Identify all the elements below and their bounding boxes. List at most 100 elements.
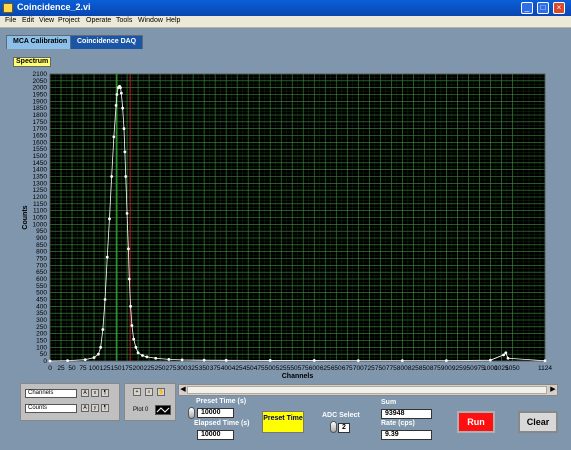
menu-file[interactable]: File bbox=[5, 17, 16, 24]
spectrum-data-point bbox=[506, 356, 510, 360]
run-button[interactable]: Run bbox=[457, 411, 495, 433]
y-tick-label: 100 bbox=[36, 344, 47, 351]
tab-coincidence-daq[interactable]: Coincidence DAQ bbox=[70, 35, 144, 49]
spectrum-data-point bbox=[132, 337, 136, 341]
graph-scrollbar[interactable]: ◀ ▶ bbox=[178, 384, 558, 396]
preset-time-field[interactable]: 10000 bbox=[197, 408, 234, 418]
y-format-icon[interactable]: y bbox=[91, 404, 99, 412]
x-tick-label: 700 bbox=[353, 365, 364, 372]
pan-tool-icon[interactable]: ✋ bbox=[157, 388, 165, 396]
plot-style-swatch-icon[interactable] bbox=[155, 405, 171, 415]
crosshair-tool-icon[interactable]: + bbox=[133, 388, 141, 396]
y-tick-label: 450 bbox=[36, 297, 47, 304]
y-tick-label: 250 bbox=[36, 324, 47, 331]
scroll-thumb[interactable] bbox=[187, 386, 547, 394]
spectrum-data-point bbox=[122, 127, 126, 131]
menu-project[interactable]: Project bbox=[58, 17, 80, 24]
maximize-button[interactable]: □ bbox=[537, 2, 549, 14]
y-tick-label: 1350 bbox=[33, 174, 48, 181]
labview-app-icon bbox=[3, 3, 13, 13]
minimize-button[interactable]: _ bbox=[521, 2, 533, 14]
x-tick-label: 550 bbox=[287, 365, 298, 372]
spectrum-data-point bbox=[129, 304, 132, 308]
menu-tools[interactable]: Tools bbox=[116, 17, 132, 24]
sum-label: Sum bbox=[381, 399, 397, 406]
preset-time-increment-knob[interactable] bbox=[188, 407, 195, 419]
spectrum-data-point bbox=[108, 217, 111, 221]
y-tick-label: 1450 bbox=[33, 160, 48, 167]
title-bar: Coincidence_2.vi _ □ × bbox=[0, 0, 571, 16]
x-tick-label: 1050 bbox=[505, 365, 520, 372]
plot-legend-label: Plot 0 bbox=[133, 407, 149, 413]
x-tick-label: 500 bbox=[265, 365, 276, 372]
window-title: Coincidence_2.vi bbox=[17, 2, 91, 12]
spectrum-graph[interactable]: 0 25 50 75 100 125 150 175 200 225 250 275 300 325 350… bbox=[13, 67, 558, 379]
y-tick-label: 1850 bbox=[33, 105, 48, 112]
x-tick-label: 600 bbox=[309, 365, 320, 372]
tab-mca-calibration[interactable]: MCA Calibration bbox=[6, 35, 75, 49]
x-axis-name-field[interactable]: Channels bbox=[25, 389, 77, 398]
y-axis-name-field[interactable]: Counts bbox=[25, 404, 77, 413]
menu-view[interactable]: View bbox=[39, 17, 54, 24]
y-tick-label: 650 bbox=[36, 269, 47, 276]
spectrum-data-point bbox=[400, 359, 404, 362]
spectrum-data-point bbox=[268, 359, 272, 362]
spectrum-data-point bbox=[312, 359, 316, 362]
scroll-right-arrow-icon[interactable]: ▶ bbox=[549, 385, 557, 395]
menu-bar: File Edit View Project Operate Tools Win… bbox=[0, 16, 571, 28]
x-tick-label: 325 bbox=[188, 365, 199, 372]
y-tick-label: 900 bbox=[36, 235, 47, 242]
adc-select-field[interactable]: 2 bbox=[338, 423, 350, 433]
spectrum-data-point bbox=[92, 356, 96, 359]
x-tick-label: 675 bbox=[342, 365, 353, 372]
y-tick-label: 950 bbox=[36, 228, 47, 235]
x-tick-label: 275 bbox=[166, 365, 177, 372]
menu-operate[interactable]: Operate bbox=[86, 17, 111, 24]
clear-button[interactable]: Clear bbox=[518, 411, 558, 433]
menu-help[interactable]: Help bbox=[166, 17, 180, 24]
y-tick-label: 400 bbox=[36, 303, 47, 310]
adc-select-increment-knob[interactable] bbox=[330, 421, 337, 433]
y-lock-icon[interactable]: ¶ bbox=[101, 404, 109, 412]
x-tick-label: 950 bbox=[463, 365, 474, 372]
y-tick-label: 300 bbox=[36, 317, 47, 324]
y-tick-label: 200 bbox=[36, 331, 47, 338]
spectrum-data-point bbox=[97, 352, 100, 356]
menu-edit[interactable]: Edit bbox=[22, 17, 34, 24]
y-tick-label: 750 bbox=[36, 256, 47, 263]
x-tick-label: 800 bbox=[397, 365, 408, 372]
y-tick-label: 500 bbox=[36, 290, 47, 297]
y-autoscale-icon[interactable]: A bbox=[81, 404, 89, 412]
y-axis-title: Counts bbox=[22, 205, 29, 229]
spectrum-data-point bbox=[125, 212, 129, 215]
spectrum-data-point bbox=[134, 345, 138, 349]
spectrum-data-point bbox=[112, 135, 116, 139]
close-button[interactable]: × bbox=[553, 2, 565, 14]
spectrum-data-point bbox=[121, 106, 125, 110]
elapsed-time-field: 10000 bbox=[197, 430, 234, 440]
scroll-left-arrow-icon[interactable]: ◀ bbox=[179, 385, 187, 395]
menu-window[interactable]: Window bbox=[138, 17, 163, 24]
x-format-icon[interactable]: x bbox=[91, 389, 99, 397]
spectrum-data-point bbox=[123, 150, 127, 154]
zoom-tool-icon[interactable]: ⌕ bbox=[145, 388, 153, 396]
y-tick-label: 1750 bbox=[33, 119, 48, 126]
spectrum-data-point bbox=[145, 355, 149, 359]
x-tick-label: 1124 bbox=[538, 365, 552, 372]
x-tick-label: 300 bbox=[177, 365, 188, 372]
y-tick-label: 1250 bbox=[33, 187, 48, 194]
y-tick-label: 2050 bbox=[33, 78, 48, 85]
x-tick-label: 75 bbox=[79, 365, 87, 372]
y-tick-label: 1900 bbox=[33, 98, 48, 105]
x-tick-label: 625 bbox=[320, 365, 331, 372]
spectrum-data-point bbox=[115, 93, 119, 96]
x-autoscale-icon[interactable]: A bbox=[81, 389, 89, 397]
x-lock-icon[interactable]: ¶ bbox=[101, 389, 109, 397]
x-tick-label: 850 bbox=[419, 365, 430, 372]
y-tick-label: 1300 bbox=[33, 180, 48, 187]
x-tick-label: 200 bbox=[133, 365, 144, 372]
x-tick-label: 400 bbox=[221, 365, 232, 372]
spectrum-data-point bbox=[66, 359, 70, 362]
x-axis-title: Channels bbox=[282, 373, 314, 379]
preset-time-button[interactable]: Preset Time bbox=[262, 411, 304, 433]
